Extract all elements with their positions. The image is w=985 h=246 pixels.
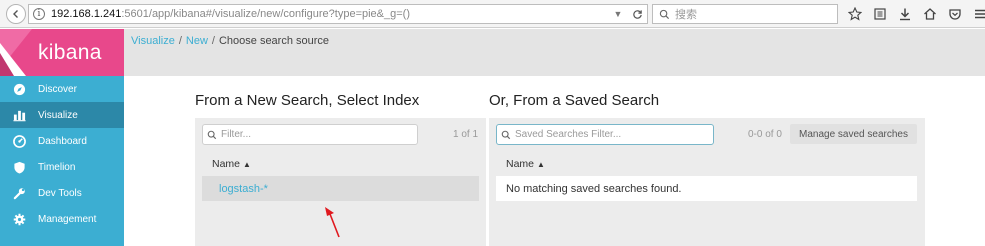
header-panel: Visualize / New / Choose search source xyxy=(124,29,985,76)
shield-icon xyxy=(12,160,26,174)
breadcrumb-current: Choose search source xyxy=(218,35,330,47)
back-arrow-icon xyxy=(13,10,18,18)
saved-search-name-column-header[interactable]: Name ▲ xyxy=(506,158,545,170)
sidebar-item-label: Visualize xyxy=(38,109,78,121)
reload-icon[interactable] xyxy=(629,6,645,22)
gear-icon xyxy=(12,212,26,226)
saved-search-filter-input[interactable]: Saved Searches Filter... xyxy=(496,124,714,145)
brand-name: kibana xyxy=(38,40,102,64)
wrench-icon xyxy=(12,186,26,200)
reading-list-icon[interactable] xyxy=(871,5,889,23)
empty-state-message: No matching saved searches found. xyxy=(506,182,682,195)
url-history-dropdown-icon[interactable]: ▼ xyxy=(611,5,625,23)
compass-icon xyxy=(12,82,26,96)
browser-search-placeholder: 搜索 xyxy=(675,9,697,21)
sidebar-item-label: Management xyxy=(38,213,97,225)
sort-ascending-icon: ▲ xyxy=(242,160,251,169)
url-host: 192.168.1.241 xyxy=(51,8,122,20)
annotation-arrow-icon xyxy=(325,207,340,238)
new-search-title: From a New Search, Select Index xyxy=(195,92,420,109)
url-bar[interactable]: i 192.168.1.241:5601/app/kibana#/visuali… xyxy=(28,4,648,24)
breadcrumb-new-link[interactable]: New xyxy=(186,35,208,47)
pocket-icon[interactable] xyxy=(946,5,964,23)
breadcrumb: Visualize / New / Choose search source xyxy=(131,35,329,47)
sidebar-item-label: Timelion xyxy=(38,161,76,173)
sidebar-nav: Discover Visualize Dashboard Timelion De… xyxy=(0,76,124,232)
sidebar-item-dashboard[interactable]: Dashboard xyxy=(0,128,124,154)
url-path: :5601/app/kibana#/visualize/new/configur… xyxy=(121,8,411,20)
saved-search-pager: 0-0 of 0 xyxy=(748,129,782,140)
site-info-icon[interactable]: i xyxy=(33,8,45,20)
sidebar-item-label: Dashboard xyxy=(38,135,87,147)
sidebar-item-discover[interactable]: Discover xyxy=(0,76,124,102)
index-pager: 1 of 1 xyxy=(453,129,479,140)
browser-search-box[interactable]: 搜索 xyxy=(652,4,838,24)
home-icon[interactable] xyxy=(921,5,939,23)
bar-chart-icon xyxy=(12,108,26,122)
column-header-label: Name xyxy=(506,158,535,170)
sidebar-item-visualize[interactable]: Visualize xyxy=(0,102,124,128)
index-pattern-row[interactable]: logstash-* xyxy=(202,176,479,201)
browser-toolbar: i 192.168.1.241:5601/app/kibana#/visuali… xyxy=(0,0,985,28)
sidebar: kibana Discover Visualize Dashboard Time… xyxy=(0,29,124,246)
index-name-column-header[interactable]: Name ▲ xyxy=(212,158,251,170)
sidebar-item-management[interactable]: Management xyxy=(0,206,124,232)
saved-search-filter-placeholder: Saved Searches Filter... xyxy=(515,129,622,140)
saved-search-empty-row: No matching saved searches found. xyxy=(496,176,917,201)
menu-hamburger-icon[interactable] xyxy=(971,5,985,23)
sidebar-item-label: Dev Tools xyxy=(38,187,82,199)
back-button[interactable] xyxy=(6,4,26,24)
index-filter-placeholder: Filter... xyxy=(221,129,252,140)
sidebar-item-dev-tools[interactable]: Dev Tools xyxy=(0,180,124,206)
breadcrumb-separator: / xyxy=(178,35,182,47)
brand-header[interactable]: kibana xyxy=(0,29,124,76)
index-pattern-link[interactable]: logstash-* xyxy=(219,183,268,195)
download-icon[interactable] xyxy=(896,5,914,23)
search-icon xyxy=(203,130,221,140)
breadcrumb-separator: / xyxy=(211,35,215,47)
breadcrumb-visualize-link[interactable]: Visualize xyxy=(131,35,175,47)
manage-saved-searches-button[interactable]: Manage saved searches xyxy=(790,124,917,144)
index-filter-input[interactable]: Filter... xyxy=(202,124,418,145)
search-icon xyxy=(653,5,675,23)
search-icon xyxy=(497,130,515,140)
dashboard-gauge-icon xyxy=(12,134,26,148)
kibana-logo-icon xyxy=(0,29,32,76)
sort-ascending-icon: ▲ xyxy=(536,160,545,169)
sidebar-item-label: Discover xyxy=(38,83,77,95)
saved-search-title: Or, From a Saved Search xyxy=(489,92,660,109)
sidebar-item-timelion[interactable]: Timelion xyxy=(0,154,124,180)
bookmark-star-icon[interactable] xyxy=(846,5,864,23)
column-header-label: Name xyxy=(212,158,241,170)
